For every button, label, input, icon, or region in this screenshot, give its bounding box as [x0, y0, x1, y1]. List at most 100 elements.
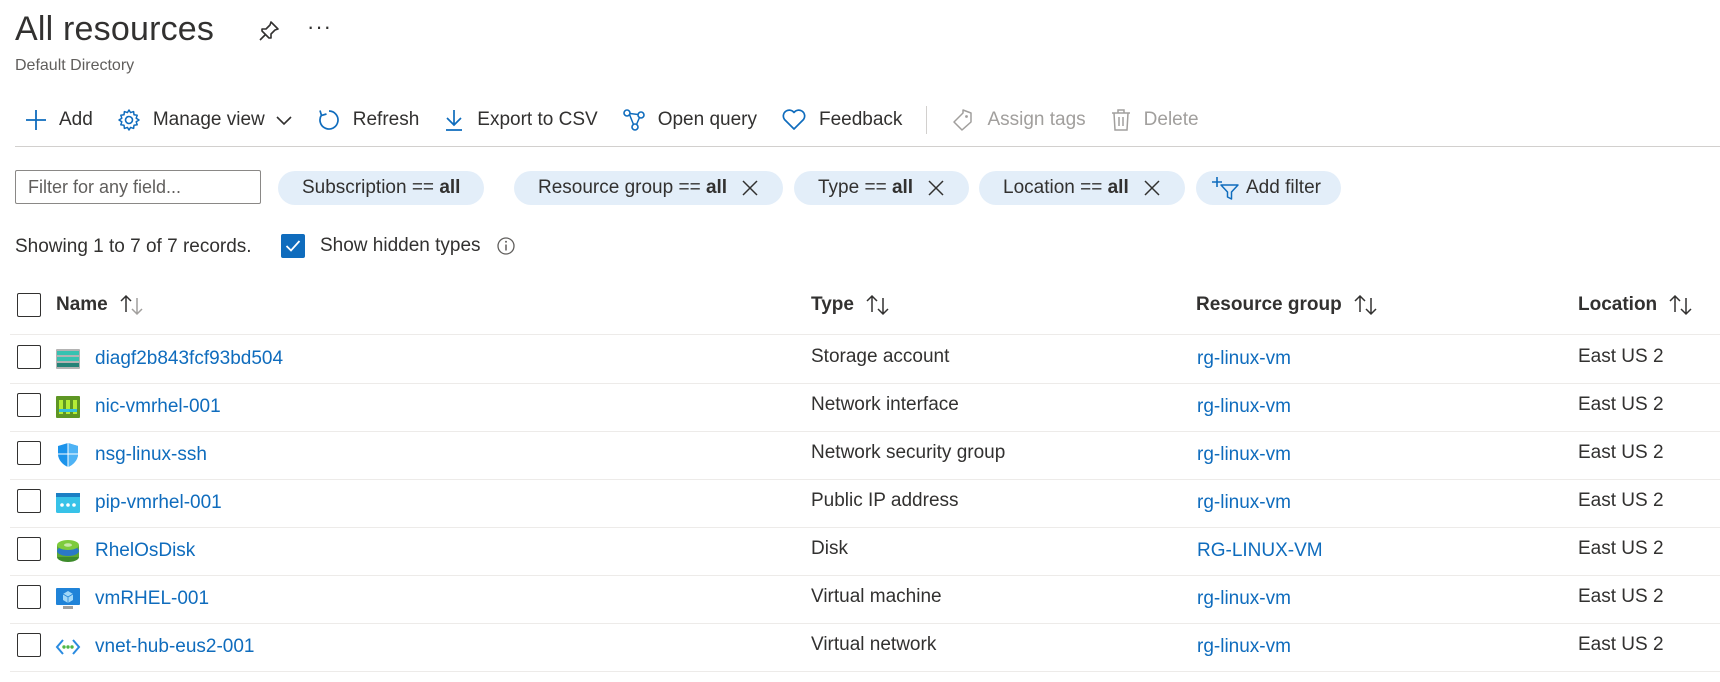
- assign-tags-button[interactable]: Assign tags: [939, 100, 1097, 140]
- page-subtitle: Default Directory: [15, 57, 135, 74]
- column-header-resource-group[interactable]: Resource group: [1196, 294, 1380, 316]
- show-hidden-types-checkbox[interactable]: [281, 234, 305, 258]
- add-label: Add: [59, 109, 93, 130]
- resource-name-link[interactable]: diagf2b843fcf93bd504: [95, 348, 283, 370]
- filter-pill-subscription[interactable]: Subscription == all: [278, 171, 485, 205]
- open-query-label: Open query: [657, 109, 757, 130]
- select-all-checkbox[interactable]: [17, 293, 41, 317]
- filter-pill-value: all: [439, 177, 461, 198]
- resource-location: East US 2: [1578, 538, 1664, 559]
- toolbar-divider-line: [15, 146, 1720, 147]
- add-filter-label: Add filter: [1246, 177, 1321, 198]
- info-icon[interactable]: [496, 236, 516, 261]
- query-icon: [622, 109, 645, 131]
- assign-tags-label: Assign tags: [987, 109, 1086, 130]
- add-button[interactable]: Add: [15, 100, 105, 140]
- filter-pill-key: Subscription ==: [302, 177, 435, 198]
- resource-group-link[interactable]: rg-linux-vm: [1197, 444, 1291, 466]
- refresh-label: Refresh: [352, 109, 420, 130]
- row-checkbox[interactable]: [17, 345, 41, 369]
- row-checkbox[interactable]: [17, 537, 41, 561]
- filter-pill-resource-group[interactable]: Resource group == all: [514, 171, 784, 205]
- feedback-label: Feedback: [818, 109, 903, 130]
- table-row[interactable]: nic-vmrhel-001 Network interface rg-linu…: [10, 383, 1720, 432]
- export-csv-label: Export to CSV: [477, 109, 598, 130]
- resource-group-link[interactable]: rg-linux-vm: [1197, 636, 1291, 658]
- row-checkbox[interactable]: [17, 585, 41, 609]
- close-icon[interactable]: [1143, 179, 1161, 197]
- storage-account-icon: [56, 349, 80, 369]
- resource-type: Network security group: [811, 442, 1006, 463]
- row-checkbox[interactable]: [17, 633, 41, 657]
- row-checkbox[interactable]: [17, 441, 41, 465]
- resource-location: East US 2: [1578, 490, 1664, 511]
- resource-name-link[interactable]: nsg-linux-ssh: [95, 444, 207, 466]
- add-filter-button[interactable]: Add filter: [1196, 171, 1341, 205]
- download-icon: [446, 110, 463, 131]
- heart-icon: [782, 109, 806, 130]
- resource-group-link[interactable]: rg-linux-vm: [1197, 588, 1291, 610]
- filter-pill-value: all: [1107, 177, 1129, 198]
- virtual-machine-icon: [56, 588, 80, 609]
- open-query-button[interactable]: Open query: [610, 100, 769, 140]
- refresh-icon: [318, 110, 339, 130]
- resource-group-link[interactable]: RG-LINUX-VM: [1197, 540, 1323, 562]
- row-checkbox[interactable]: [17, 393, 41, 417]
- trash-icon: [1111, 109, 1130, 131]
- add-filter-icon: [1212, 177, 1239, 200]
- filter-pill-location[interactable]: Location == all: [979, 171, 1185, 205]
- sort-icon: [1669, 294, 1692, 316]
- pin-icon[interactable]: [258, 20, 280, 47]
- feedback-button[interactable]: Feedback: [769, 100, 914, 140]
- resource-group-link[interactable]: rg-linux-vm: [1197, 348, 1291, 370]
- resource-name-link[interactable]: RhelOsDisk: [95, 540, 195, 562]
- export-csv-button[interactable]: Export to CSV: [431, 100, 609, 140]
- tag-icon: [953, 109, 973, 131]
- column-header-type[interactable]: Type: [811, 294, 892, 316]
- resource-name-link[interactable]: pip-vmrhel-001: [95, 492, 222, 514]
- network-interface-icon: [56, 396, 80, 418]
- resource-location: East US 2: [1578, 442, 1664, 463]
- resource-type: Virtual machine: [811, 586, 942, 607]
- resource-group-link[interactable]: rg-linux-vm: [1197, 396, 1291, 418]
- toolbar-divider: [926, 106, 928, 134]
- table-row[interactable]: vnet-hub-eus2-001 Virtual network rg-lin…: [10, 623, 1720, 672]
- manage-view-label: Manage view: [152, 109, 265, 130]
- resource-location: East US 2: [1578, 346, 1664, 367]
- table-row[interactable]: diagf2b843fcf93bd504 Storage account rg-…: [10, 335, 1720, 384]
- table-row[interactable]: pip-vmrhel-001 Public IP address rg-linu…: [10, 479, 1720, 528]
- resource-location: East US 2: [1578, 634, 1664, 655]
- more-options-button[interactable]: ···: [307, 14, 332, 40]
- resource-name-link[interactable]: vnet-hub-eus2-001: [95, 636, 255, 658]
- disk-icon: [57, 540, 79, 562]
- table-row[interactable]: RhelOsDisk Disk RG-LINUX-VM East US 2: [10, 527, 1720, 576]
- resource-type: Virtual network: [811, 634, 937, 655]
- public-ip-icon: [56, 493, 80, 513]
- row-checkbox[interactable]: [17, 489, 41, 513]
- column-header-location[interactable]: Location: [1578, 294, 1695, 316]
- checkmark-icon: [285, 240, 301, 252]
- resource-type: Disk: [811, 538, 848, 559]
- column-header-name[interactable]: Name: [56, 294, 146, 316]
- plus-icon: [26, 110, 46, 130]
- manage-view-button[interactable]: Manage view: [105, 100, 305, 140]
- filter-pill-value: all: [705, 177, 728, 198]
- refresh-button[interactable]: Refresh: [305, 100, 432, 140]
- resource-name-link[interactable]: nic-vmrhel-001: [95, 396, 221, 418]
- column-header-name-label: Name: [56, 294, 108, 315]
- table-row[interactable]: vmRHEL-001 Virtual machine rg-linux-vm E…: [10, 575, 1720, 624]
- close-icon[interactable]: [927, 179, 945, 197]
- filter-pill-type[interactable]: Type == all: [794, 171, 970, 205]
- sort-icon: [866, 294, 889, 316]
- virtual-network-icon: [55, 639, 81, 655]
- resource-group-link[interactable]: rg-linux-vm: [1197, 492, 1291, 514]
- table-row[interactable]: nsg-linux-ssh Network security group rg-…: [10, 431, 1720, 480]
- filter-input[interactable]: [15, 170, 261, 204]
- resource-name-link[interactable]: vmRHEL-001: [95, 588, 209, 610]
- command-bar: Add Manage view Refresh Export to CSV Op…: [15, 100, 1720, 140]
- resource-type: Network interface: [811, 394, 959, 415]
- delete-button[interactable]: Delete: [1098, 100, 1211, 140]
- filter-pill-key: Location ==: [1003, 177, 1103, 198]
- close-icon[interactable]: [741, 179, 759, 197]
- column-header-type-label: Type: [811, 294, 854, 315]
